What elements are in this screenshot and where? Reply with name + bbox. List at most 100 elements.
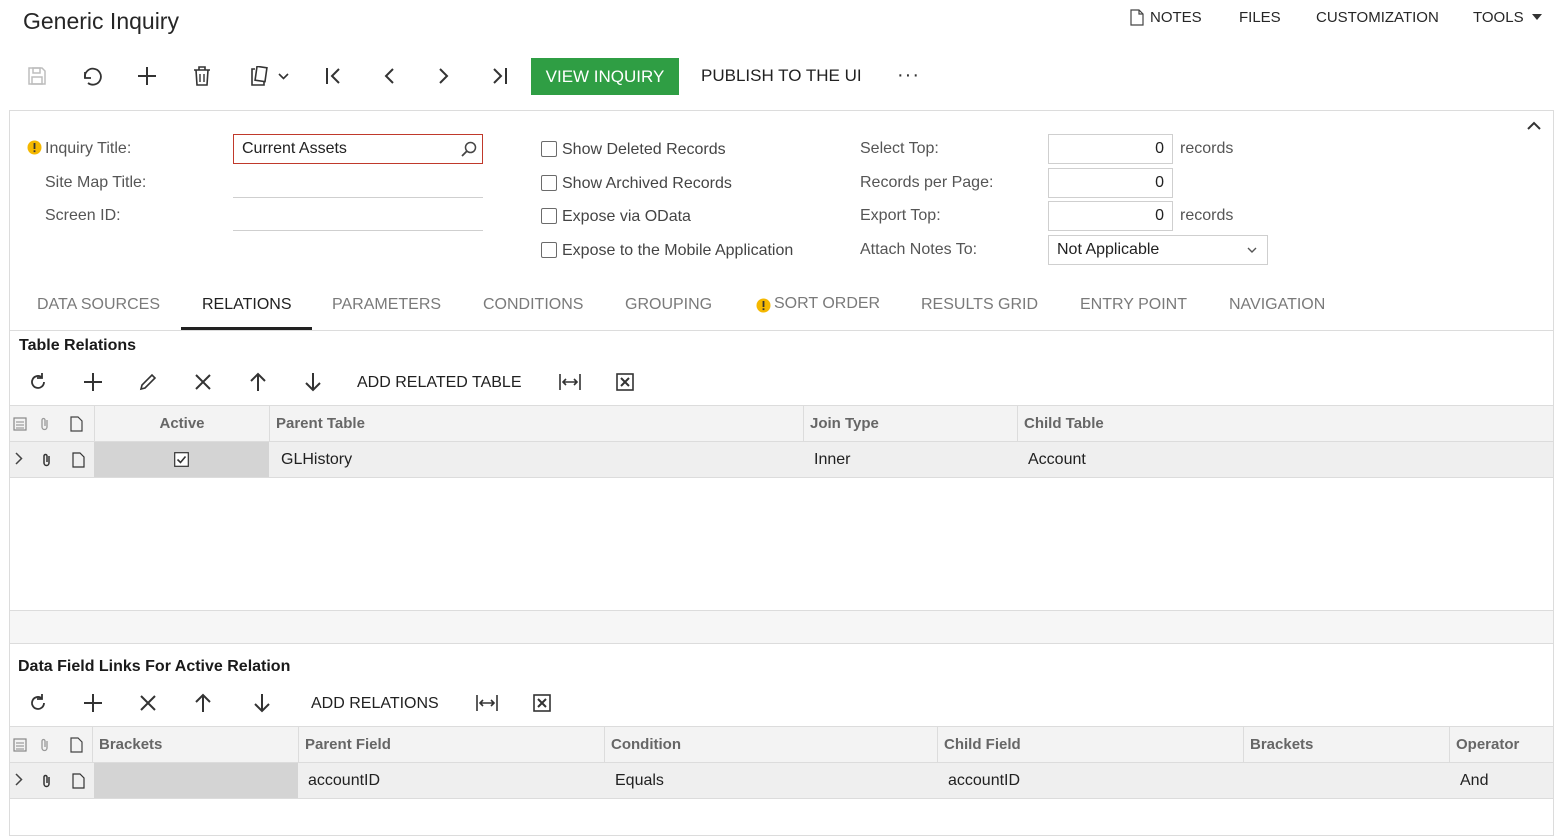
attachment-icon xyxy=(39,737,51,753)
move-down-icon[interactable] xyxy=(298,367,328,397)
show-deleted-checkbox[interactable] xyxy=(541,141,557,157)
records-per-page-field[interactable]: 0 xyxy=(1048,168,1173,198)
tab-navigation[interactable]: NAVIGATION xyxy=(1229,296,1325,314)
chevron-right-icon[interactable] xyxy=(15,452,23,465)
condition-cell[interactable]: Equals xyxy=(615,763,664,798)
export-top-unit: records xyxy=(1180,207,1234,224)
active-checkbox-checked[interactable] xyxy=(174,452,189,467)
tools-menu[interactable]: TOOLS xyxy=(1473,7,1542,27)
more-options-button[interactable]: ··· xyxy=(897,64,920,87)
operator-cell[interactable]: And xyxy=(1460,763,1488,798)
save-icon[interactable] xyxy=(22,61,52,91)
tab-entry-point[interactable]: ENTRY POINT xyxy=(1080,296,1187,314)
col-brackets-open[interactable]: Brackets xyxy=(92,727,298,763)
refresh-icon[interactable] xyxy=(23,367,53,397)
search-icon[interactable] xyxy=(461,141,477,157)
tab-results-grid[interactable]: RESULTS GRID xyxy=(921,296,1038,314)
note-icon[interactable] xyxy=(72,773,85,789)
move-up-icon[interactable] xyxy=(188,688,218,718)
tab-data-sources[interactable]: DATA SOURCES xyxy=(37,296,160,314)
col-child-table[interactable]: Child Table xyxy=(1017,406,1553,442)
site-map-title-label: Site Map Title: xyxy=(45,174,147,191)
inquiry-title-value: Current Assets xyxy=(242,140,347,157)
screen-id-field[interactable] xyxy=(233,201,483,231)
col-parent-table[interactable]: Parent Table xyxy=(269,406,803,442)
tab-conditions[interactable]: CONDITIONS xyxy=(483,296,583,314)
inquiry-title-field[interactable]: Current Assets xyxy=(233,134,483,164)
export-top-field[interactable]: 0 xyxy=(1048,201,1173,231)
note-icon xyxy=(70,737,83,753)
fit-columns-icon[interactable] xyxy=(555,367,585,397)
col-active[interactable]: Active xyxy=(94,406,269,442)
parent-field-cell[interactable]: accountID xyxy=(308,763,380,798)
col-brackets-close[interactable]: Brackets xyxy=(1243,727,1449,763)
relations-grid-header: Active Parent Table Join Type Child Tabl… xyxy=(10,405,1553,442)
col-condition[interactable]: Condition xyxy=(604,727,937,763)
refresh-icon[interactable] xyxy=(23,688,53,718)
panel-right-border xyxy=(1553,110,1554,835)
add-related-table-button[interactable]: ADD RELATED TABLE xyxy=(357,374,522,392)
add-icon[interactable] xyxy=(132,61,162,91)
export-excel-icon[interactable] xyxy=(610,367,640,397)
attach-notes-select[interactable]: Not Applicable xyxy=(1048,235,1268,265)
active-cell[interactable] xyxy=(94,442,269,477)
add-row-icon[interactable] xyxy=(78,367,108,397)
table-row[interactable]: accountID Equals accountID And xyxy=(10,763,1553,799)
add-relations-button[interactable]: ADD RELATIONS xyxy=(311,695,439,713)
publish-to-ui-button[interactable]: PUBLISH TO THE UI xyxy=(701,66,862,86)
expose-mobile-checkbox[interactable] xyxy=(541,242,557,258)
col-child-field[interactable]: Child Field xyxy=(937,727,1243,763)
screen-id-label: Screen ID: xyxy=(45,207,121,224)
add-row-icon[interactable] xyxy=(78,688,108,718)
chevron-down-icon xyxy=(1247,247,1257,254)
customization-menu[interactable]: CUSTOMIZATION xyxy=(1316,7,1439,27)
brackets-open-cell[interactable] xyxy=(94,763,298,798)
show-archived-checkbox[interactable] xyxy=(541,175,557,191)
fit-columns-icon[interactable] xyxy=(472,688,502,718)
attachment-icon[interactable] xyxy=(41,773,53,789)
table-row[interactable]: GLHistory Inner Account xyxy=(10,442,1553,478)
join-type-cell[interactable]: Inner xyxy=(814,442,850,477)
notes-link[interactable]: NOTES xyxy=(1130,7,1202,27)
edit-pencil-icon[interactable] xyxy=(133,367,163,397)
undo-icon[interactable] xyxy=(77,61,107,91)
tab-sort-order[interactable]: SORT ORDER xyxy=(774,295,880,313)
tab-relations[interactable]: RELATIONS xyxy=(202,296,292,314)
splitter-bar[interactable] xyxy=(10,610,1553,644)
export-top-label: Export Top: xyxy=(860,207,941,224)
expose-odata-checkbox[interactable] xyxy=(541,208,557,224)
child-field-cell[interactable]: accountID xyxy=(948,763,1020,798)
col-parent-field[interactable]: Parent Field xyxy=(298,727,604,763)
table-relations-title: Table Relations xyxy=(19,337,137,354)
tabs-divider xyxy=(10,330,1553,331)
delete-row-icon[interactable] xyxy=(133,688,163,718)
select-top-label: Select Top: xyxy=(860,140,939,157)
site-map-title-field[interactable] xyxy=(233,168,483,198)
select-top-field[interactable]: 0 xyxy=(1048,134,1173,164)
tab-parameters[interactable]: PARAMETERS xyxy=(332,296,441,314)
parent-table-cell[interactable]: GLHistory xyxy=(281,442,352,477)
last-record-icon[interactable] xyxy=(484,61,514,91)
attachment-icon[interactable] xyxy=(41,452,53,468)
move-up-icon[interactable] xyxy=(243,367,273,397)
export-excel-icon[interactable] xyxy=(527,688,557,718)
view-inquiry-button[interactable]: VIEW INQUIRY xyxy=(531,58,679,95)
note-icon[interactable] xyxy=(72,452,85,468)
tab-grouping[interactable]: GROUPING xyxy=(625,296,712,314)
delete-icon[interactable] xyxy=(187,61,217,91)
field-links-grid-header: Brackets Parent Field Condition Child Fi… xyxy=(10,726,1553,763)
next-record-icon[interactable] xyxy=(429,61,459,91)
select-top-unit: records xyxy=(1180,140,1234,157)
files-link[interactable]: FILES xyxy=(1239,7,1281,27)
panel-bottom-border xyxy=(9,835,1554,836)
clipboard-dropdown[interactable] xyxy=(242,61,297,91)
child-table-cell[interactable]: Account xyxy=(1028,442,1086,477)
previous-record-icon[interactable] xyxy=(374,61,404,91)
first-record-icon[interactable] xyxy=(319,61,349,91)
move-down-icon[interactable] xyxy=(247,688,277,718)
chevron-right-icon[interactable] xyxy=(15,773,23,786)
collapse-chevron-icon[interactable] xyxy=(1527,121,1541,130)
col-join-type[interactable]: Join Type xyxy=(803,406,1017,442)
delete-row-icon[interactable] xyxy=(188,367,218,397)
col-operator[interactable]: Operator xyxy=(1449,727,1553,763)
